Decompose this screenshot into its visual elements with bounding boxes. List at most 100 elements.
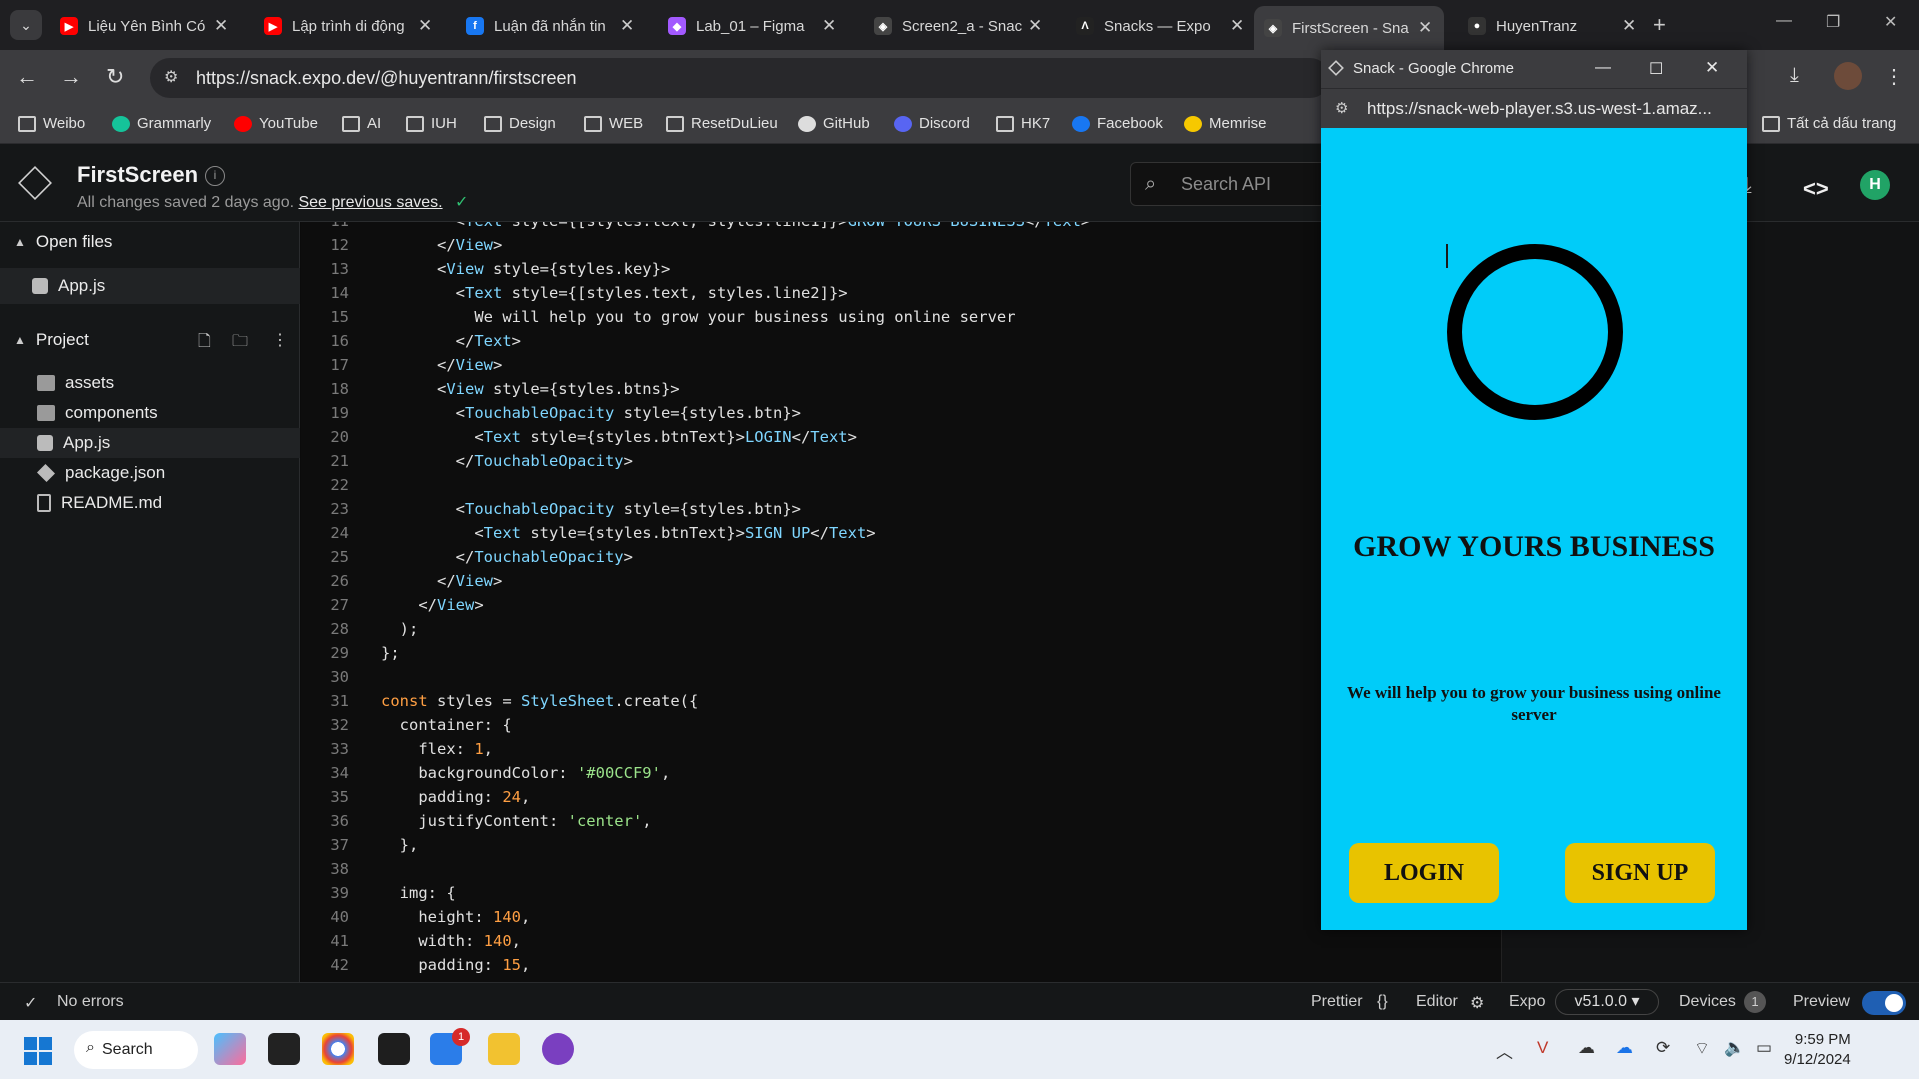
menu-icon[interactable]: ⋮ — [1884, 64, 1904, 89]
onedrive-icon[interactable]: ☁ — [1616, 1038, 1633, 1058]
project-file-item[interactable]: App.js — [0, 428, 300, 458]
bookmark-item[interactable]: ResetDuLieu — [666, 115, 778, 132]
tab-search-button[interactable]: ⌄ — [10, 10, 42, 40]
bookmark-item[interactable]: Facebook — [1072, 115, 1163, 132]
close-window-button[interactable]: ✕ — [1884, 12, 1897, 32]
gear-icon[interactable]: ⚙ — [1470, 993, 1484, 1013]
project-file-item[interactable]: assets — [0, 368, 300, 398]
profile-avatar[interactable] — [1834, 62, 1862, 90]
browser-tab[interactable]: ▶ Liệu Yên Bình Có ✕ — [50, 8, 246, 44]
sdk-version-select[interactable]: v51.0.0 ▾ — [1555, 989, 1659, 1015]
search-icon: ⌕ — [86, 1039, 95, 1056]
new-tab-button[interactable]: + — [1653, 12, 1666, 38]
browser-tab[interactable]: ◈ FirstScreen - Sna ✕ — [1254, 6, 1444, 50]
preview-toggle[interactable] — [1862, 991, 1906, 1015]
open-file-item[interactable]: App.js — [0, 268, 300, 304]
back-button[interactable]: ← — [16, 64, 38, 90]
editor-settings[interactable]: Editor — [1416, 993, 1458, 1011]
open-files-header[interactable]: ▲ Open files — [14, 232, 112, 252]
forward-button[interactable]: → — [60, 64, 82, 90]
close-tab-icon[interactable]: ✕ — [822, 16, 836, 36]
prettier-icon[interactable]: {} — [1377, 993, 1388, 1011]
browser-tab[interactable]: ▶ Lập trình di động ✕ — [254, 8, 450, 44]
bookmark-item[interactable]: Memrise — [1184, 115, 1267, 132]
code-text: container: { — [381, 716, 512, 734]
project-file-item[interactable]: components — [0, 398, 300, 428]
tab-title: Liệu Yên Bình Có — [88, 17, 206, 35]
project-file-item[interactable]: package.json — [0, 458, 300, 488]
close-tab-icon[interactable]: ✕ — [1622, 16, 1636, 36]
site-info-icon[interactable]: ⚙ — [164, 67, 178, 87]
snack-logo-icon[interactable] — [18, 166, 52, 200]
cloud-icon[interactable]: ☁ — [1578, 1038, 1595, 1058]
user-avatar[interactable]: H — [1860, 170, 1890, 200]
browser-tab[interactable]: ◆ Lab_01 – Figma ✕ — [658, 8, 854, 44]
close-tab-icon[interactable]: ✕ — [1230, 16, 1244, 36]
bookmark-item[interactable]: Discord — [894, 115, 970, 132]
info-icon[interactable]: i — [205, 166, 225, 186]
site-info-icon[interactable]: ⚙ — [1335, 99, 1348, 117]
prettier-toggle[interactable]: Prettier — [1311, 993, 1363, 1011]
project-title[interactable]: FirstScreen — [77, 162, 198, 188]
project-file-item[interactable]: README.md — [0, 488, 300, 518]
terminal-icon[interactable] — [378, 1033, 410, 1065]
maximize-button[interactable]: ☐ — [1649, 59, 1663, 79]
bookmark-item[interactable]: Design — [484, 115, 556, 132]
bookmark-item[interactable]: GitHub — [798, 115, 870, 132]
new-file-icon[interactable]: 🗋 — [198, 330, 211, 357]
chrome-icon[interactable] — [322, 1033, 354, 1065]
close-tab-icon[interactable]: ✕ — [620, 16, 634, 36]
browser-tab[interactable]: Λ Snacks — Expo ✕ — [1066, 8, 1262, 44]
all-bookmarks[interactable]: Tất cả dấu trang — [1762, 115, 1896, 132]
volume-icon[interactable]: 🔈 — [1724, 1038, 1745, 1058]
close-tab-icon[interactable]: ✕ — [418, 16, 432, 36]
bookmark-item[interactable]: YouTube — [234, 115, 318, 132]
sticky-notes-icon[interactable] — [268, 1033, 300, 1065]
zalo-badge: 1 — [452, 1028, 470, 1046]
file-explorer-icon[interactable] — [488, 1033, 520, 1065]
browser-tab[interactable]: f Luận đã nhắn tin ✕ — [456, 8, 652, 44]
code-text: We will help you to grow your business u… — [381, 308, 1016, 326]
line-number: 27 — [330, 596, 349, 614]
search-api-input[interactable]: ⌕ Search API — [1130, 162, 1330, 206]
new-folder-icon[interactable]: 🗀 — [232, 330, 248, 357]
reload-button[interactable]: ↻ — [106, 64, 124, 90]
errors-status[interactable]: No errors — [57, 993, 124, 1011]
close-tab-icon[interactable]: ✕ — [1028, 16, 1042, 36]
sync-icon[interactable]: ⟳ — [1656, 1038, 1670, 1058]
bookmark-item[interactable]: AI — [342, 115, 381, 132]
windows-start-icon[interactable] — [24, 1037, 52, 1065]
devices-label[interactable]: Devices — [1679, 993, 1736, 1011]
signup-button[interactable]: SIGN UP — [1565, 843, 1715, 903]
see-previous-saves-link[interactable]: See previous saves. — [298, 194, 442, 211]
github-desktop-icon[interactable] — [542, 1033, 574, 1065]
embed-code-icon[interactable]: <> — [1803, 176, 1829, 202]
bookmark-item[interactable]: IUH — [406, 115, 457, 132]
browser-tab[interactable]: ◈ Screen2_a - Snac ✕ — [864, 8, 1060, 44]
code-text: </View> — [381, 236, 503, 254]
address-bar[interactable]: ⚙ https://snack.expo.dev/@huyentrann/fir… — [150, 58, 1330, 98]
login-button[interactable]: LOGIN — [1349, 843, 1499, 903]
download-icon[interactable]: ⤓ — [1790, 64, 1799, 87]
bookmark-item[interactable]: WEB — [584, 115, 643, 132]
vivaldi-tray-icon[interactable]: V — [1537, 1038, 1548, 1058]
popup-address-bar[interactable]: ⚙ https://snack-web-player.s3.us-west-1.… — [1321, 88, 1747, 128]
browser-tab[interactable]: ● HuyenTranz ✕ — [1458, 8, 1654, 44]
copilot-icon[interactable] — [214, 1033, 246, 1065]
taskbar-search[interactable]: ⌕ Search — [74, 1031, 198, 1069]
close-tab-icon[interactable]: ✕ — [1418, 18, 1432, 38]
minimize-button[interactable]: — — [1595, 59, 1611, 77]
bookmark-item[interactable]: Grammarly — [112, 115, 211, 132]
bookmark-item[interactable]: HK7 — [996, 115, 1050, 132]
wifi-icon[interactable]: ⌔ — [1694, 1038, 1710, 1059]
bookmark-item[interactable]: Weibo — [18, 115, 85, 132]
chevron-up-icon[interactable]: ︿ — [1496, 1038, 1513, 1063]
clock[interactable]: 9:59 PM 9/12/2024 — [1784, 1030, 1851, 1070]
minimize-button[interactable]: — — [1776, 12, 1792, 30]
close-tab-icon[interactable]: ✕ — [214, 16, 228, 36]
more-options-icon[interactable]: ⋮ — [272, 330, 288, 350]
battery-icon[interactable]: ▭ — [1756, 1038, 1772, 1058]
close-button[interactable]: ✕ — [1705, 58, 1719, 78]
project-header[interactable]: ▲ Project — [14, 330, 89, 350]
restore-button[interactable]: ❐ — [1826, 12, 1840, 32]
